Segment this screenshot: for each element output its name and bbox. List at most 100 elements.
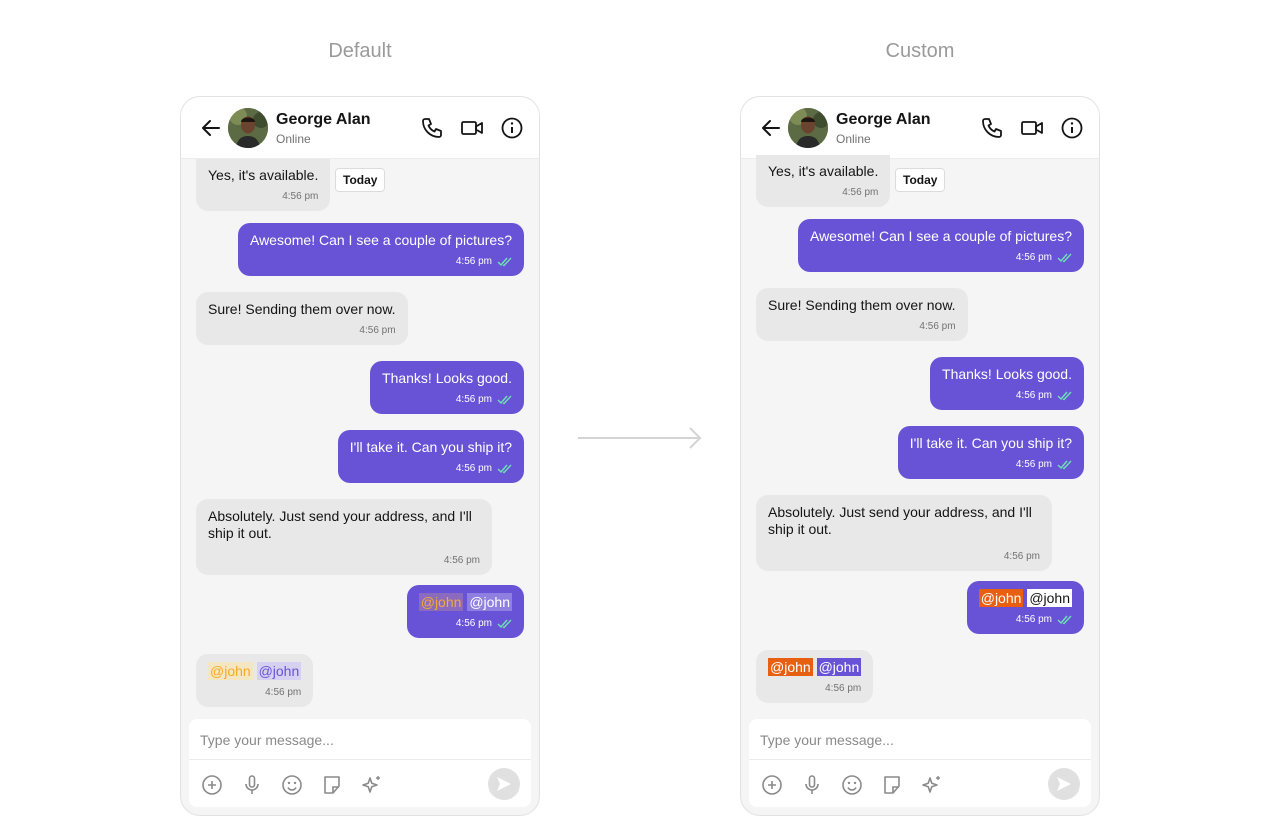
message-text: Awesome! Can I see a couple of pictures? — [809, 228, 1072, 244]
message-outgoing-mentions[interactable]: @john @john 4:56 pm — [966, 581, 1084, 634]
read-receipt-icon — [497, 464, 512, 473]
custom-panel-label: Custom — [885, 40, 955, 62]
back-arrow-icon[interactable] — [759, 116, 783, 140]
message-input[interactable]: Type your message... — [760, 732, 894, 748]
message-incoming[interactable]: Sure! Sending them over now. 4:56 pm — [196, 292, 408, 345]
mention-tag[interactable]: @john — [467, 593, 512, 611]
message-time: 4:56 pm — [359, 325, 396, 336]
voice-call-icon[interactable] — [980, 116, 1004, 140]
message-input[interactable]: Type your message... — [200, 732, 334, 748]
message-outgoing[interactable]: Awesome! Can I see a couple of pictures?… — [797, 219, 1084, 272]
message-incoming[interactable]: Absolutely. Just send your address, and … — [756, 495, 1052, 571]
arrow-right-icon — [578, 427, 702, 449]
read-receipt-icon — [1057, 391, 1072, 400]
message-time: 4:56 pm — [265, 687, 302, 698]
message-time: 4:56 pm — [455, 463, 492, 474]
chat-header: George Alan Online — [741, 97, 1099, 159]
contact-status: Online — [836, 132, 871, 146]
message-list: Yes, it's available. 4:56 pm Today Aweso… — [741, 155, 1099, 719]
ai-sparkle-icon[interactable] — [920, 773, 944, 797]
message-outgoing[interactable]: Thanks! Looks good. 4:56 pm — [930, 357, 1084, 410]
message-outgoing[interactable]: Awesome! Can I see a couple of pictures?… — [237, 223, 524, 276]
read-receipt-icon — [1057, 253, 1072, 262]
message-outgoing[interactable]: Thanks! Looks good. 4:56 pm — [370, 361, 524, 414]
message-text: Thanks! Looks good. — [942, 366, 1072, 382]
message-text: Sure! Sending them over now. — [208, 301, 396, 317]
add-icon[interactable] — [200, 773, 224, 797]
message-text: I'll take it. Can you ship it? — [909, 435, 1072, 451]
message-time: 4:56 pm — [825, 683, 862, 694]
message-time: 4:56 pm — [1015, 459, 1052, 470]
voice-call-icon[interactable] — [420, 116, 444, 140]
message-text: Sure! Sending them over now. — [768, 297, 956, 313]
mention-tag[interactable]: @john — [978, 589, 1024, 607]
chat-header: George Alan Online — [181, 97, 539, 159]
message-incoming[interactable]: Yes, it's available. 4:56 pm — [196, 159, 331, 211]
message-time: 4:56 pm — [1003, 551, 1040, 562]
message-list: Yes, it's available. 4:56 pm Today Aweso… — [181, 159, 539, 719]
read-receipt-icon — [1057, 615, 1072, 624]
message-text: Awesome! Can I see a couple of pictures? — [249, 232, 512, 248]
message-incoming-mentions[interactable]: @john @john 4:56 pm — [196, 654, 314, 707]
send-button[interactable] — [488, 768, 520, 800]
message-time: 4:56 pm — [1015, 252, 1052, 263]
message-text: Yes, it's available. — [208, 167, 319, 183]
info-icon[interactable] — [500, 116, 524, 140]
message-outgoing-mentions[interactable]: @john @john 4:56 pm — [406, 585, 524, 638]
add-icon[interactable] — [760, 773, 784, 797]
info-icon[interactable] — [1060, 116, 1084, 140]
send-icon — [497, 777, 511, 791]
message-incoming[interactable]: Sure! Sending them over now. 4:56 pm — [756, 288, 968, 341]
video-call-icon[interactable] — [460, 116, 484, 140]
message-incoming[interactable]: Absolutely. Just send your address, and … — [196, 499, 492, 575]
message-time: 4:56 pm — [842, 187, 879, 198]
message-incoming-mentions[interactable]: @john @john 4:56 pm — [756, 650, 874, 703]
message-time: 4:56 pm — [455, 394, 492, 405]
read-receipt-icon — [497, 257, 512, 266]
mention-tag[interactable]: @john — [768, 658, 813, 676]
contact-status: Online — [276, 132, 311, 146]
message-time: 4:56 pm — [455, 256, 492, 267]
read-receipt-icon — [497, 619, 512, 628]
sticker-icon[interactable] — [320, 773, 344, 797]
mention-tag[interactable]: @john — [418, 593, 464, 611]
message-incoming[interactable]: Yes, it's available. 4:56 pm — [756, 155, 891, 207]
avatar[interactable] — [788, 108, 828, 148]
message-outgoing[interactable]: I'll take it. Can you ship it? 4:56 pm — [337, 430, 524, 483]
date-chip: Today — [895, 168, 946, 192]
sticker-icon[interactable] — [880, 773, 904, 797]
contact-name: George Alan — [836, 111, 931, 128]
avatar[interactable] — [228, 108, 268, 148]
microphone-icon[interactable] — [800, 773, 824, 797]
video-call-icon[interactable] — [1020, 116, 1044, 140]
message-time: 4:56 pm — [1015, 614, 1052, 625]
mention-tag[interactable]: @john — [208, 662, 253, 680]
send-icon — [1057, 777, 1071, 791]
default-chat-window: George Alan Online Yes, it's available. … — [180, 96, 540, 816]
ai-sparkle-icon[interactable] — [360, 773, 384, 797]
message-time: 4:56 pm — [443, 555, 480, 566]
message-text: I'll take it. Can you ship it? — [349, 439, 512, 455]
emoji-icon[interactable] — [840, 773, 864, 797]
message-time: 4:56 pm — [919, 321, 956, 332]
contact-name: George Alan — [276, 111, 371, 128]
message-time: 4:56 pm — [1015, 390, 1052, 401]
mention-tag[interactable]: @john — [816, 658, 862, 676]
message-composer: Type your message... — [749, 719, 1091, 807]
message-text: Absolutely. Just send your address, and … — [208, 508, 472, 541]
message-composer: Type your message... — [189, 719, 531, 807]
emoji-icon[interactable] — [280, 773, 304, 797]
message-time: 4:56 pm — [282, 191, 319, 202]
mention-tag[interactable]: @john — [256, 662, 302, 680]
message-text: Thanks! Looks good. — [382, 370, 512, 386]
message-text: Absolutely. Just send your address, and … — [768, 504, 1032, 537]
read-receipt-icon — [497, 395, 512, 404]
message-time: 4:56 pm — [455, 618, 492, 629]
back-arrow-icon[interactable] — [199, 116, 223, 140]
microphone-icon[interactable] — [240, 773, 264, 797]
read-receipt-icon — [1057, 460, 1072, 469]
composer-divider — [749, 759, 1091, 760]
send-button[interactable] — [1048, 768, 1080, 800]
mention-tag[interactable]: @john — [1027, 589, 1072, 607]
message-outgoing[interactable]: I'll take it. Can you ship it? 4:56 pm — [897, 426, 1084, 479]
